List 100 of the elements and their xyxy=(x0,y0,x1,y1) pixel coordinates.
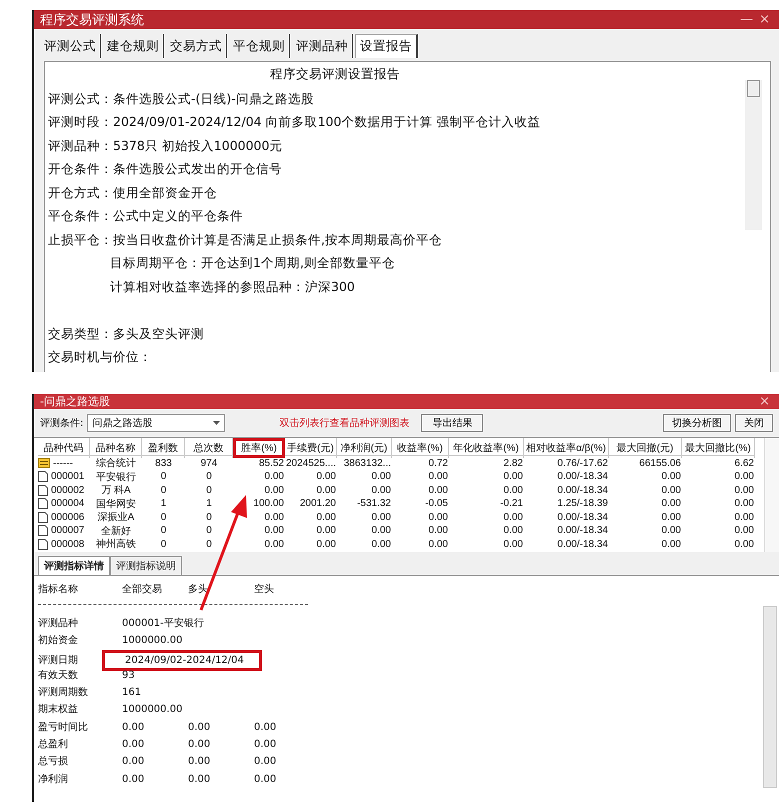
metric-label: 评测品种 xyxy=(38,616,79,630)
metric-value: 0.00 xyxy=(122,738,146,752)
metric-value: 161 xyxy=(122,686,142,700)
table-cell: 0.00 xyxy=(316,484,336,496)
tab[interactable]: 评测指标详情 xyxy=(38,556,110,575)
column-header[interactable]: 总次数 xyxy=(185,438,233,458)
table-cell: 6.62 xyxy=(734,458,754,468)
document-icon xyxy=(38,498,48,509)
table-cell: 85.52 xyxy=(258,458,284,468)
document-icon xyxy=(38,512,48,522)
table-cell: 0.00 xyxy=(662,484,681,496)
report-label: 评测时段： xyxy=(48,114,113,131)
table-cell: 0.00 xyxy=(372,525,391,536)
table-cell-text: 神州高铁 xyxy=(96,538,136,551)
window-control-button[interactable]: × xyxy=(756,12,773,27)
table-cell: 0.00 xyxy=(428,471,448,482)
table-cell: 1.25/-18.39 xyxy=(557,498,608,509)
metric-value: 0.00 xyxy=(188,720,212,734)
table-cell: 000004 xyxy=(51,498,84,509)
switch-chart-button[interactable]: 切换分析图 xyxy=(663,414,731,432)
scrollbar-thumb[interactable] xyxy=(747,80,760,97)
report-value: 多头及空头评测 xyxy=(113,326,204,342)
metric-label: 评测周期数 xyxy=(38,686,89,700)
table-cell: 0 xyxy=(160,512,166,522)
window-title: -问鼎之路选股 xyxy=(40,394,110,409)
table-cell: 0.00 xyxy=(428,538,448,550)
table-cell: 1 xyxy=(160,498,166,509)
column-header[interactable]: 手续费(元) xyxy=(285,438,337,458)
close-button[interactable]: 关闭 xyxy=(735,414,773,432)
table-cell: ------ xyxy=(53,458,73,468)
window-title: 程序交易评测系统 xyxy=(40,12,144,28)
table-cell: 0 xyxy=(206,512,212,522)
metric-value: 000001-平安银行 xyxy=(122,616,205,630)
table-cell: 1 xyxy=(206,498,212,509)
scrollbar[interactable] xyxy=(764,438,779,552)
table-cell-text: 深振业A xyxy=(98,510,134,524)
report-value: 按当日收盘价计算是否满足止损条件,按本周期最高价平仓 xyxy=(113,232,442,248)
metric-value: 0.00 xyxy=(122,720,146,734)
table-cell: 2024525.... xyxy=(286,458,336,468)
document-icon xyxy=(38,525,48,536)
table-cell: 0.00 xyxy=(504,538,523,550)
table-cell: 0.00 xyxy=(662,538,681,550)
report-label: 交易时机与价位： xyxy=(48,349,152,366)
table-cell: 0.00 xyxy=(264,512,284,522)
table-cell: 0.00 xyxy=(504,512,523,522)
column-header[interactable]: 品种名称 xyxy=(90,438,142,458)
tab[interactable]: 设置报告 xyxy=(355,34,418,58)
detail-column-header: 全部交易 xyxy=(122,583,163,597)
export-button[interactable]: 导出结果 xyxy=(421,414,484,432)
table-cell: 0.00 xyxy=(734,538,754,550)
table-cell: 0.00 xyxy=(428,512,448,522)
table-cell: 0.00 xyxy=(662,525,681,536)
column-header[interactable]: 收益率(%) xyxy=(392,438,449,458)
document-icon xyxy=(38,538,48,550)
table-cell: -0.05 xyxy=(425,498,448,509)
table-cell: 0.00 xyxy=(372,512,391,522)
metric-value: 1000000.00 xyxy=(122,703,184,717)
metric-value: 0.00 xyxy=(254,738,278,752)
table-cell: 0 xyxy=(160,484,166,496)
document-icon xyxy=(38,471,48,482)
table-cell: 0.00 xyxy=(316,538,336,550)
table-cell: 0.00 xyxy=(316,512,336,522)
table-cell: 0.00/-18.34 xyxy=(557,538,608,550)
scrollbar[interactable] xyxy=(763,606,777,788)
report-value: 条件选股公式发出的开仓信号 xyxy=(113,161,282,178)
condition-label: 评测条件: xyxy=(40,416,84,430)
table-cell: 000007 xyxy=(51,525,84,536)
table-cell: 0 xyxy=(206,484,212,496)
metric-label: 有效天数 xyxy=(38,668,79,682)
metric-label: 评测日期 xyxy=(38,654,79,668)
column-header[interactable]: 年化收益率(%) xyxy=(449,438,524,458)
column-header[interactable]: 胜率(%) xyxy=(233,438,285,458)
table-cell: 000001 xyxy=(51,471,84,482)
table-cell: 0.00 xyxy=(662,471,681,482)
condition-dropdown[interactable]: 问鼎之路选股 xyxy=(87,414,226,432)
report-value: 5378只 初始投入1000000元 xyxy=(113,138,282,154)
document-icon xyxy=(38,484,48,496)
column-header[interactable]: 最大回撤(元) xyxy=(609,438,682,458)
column-header[interactable]: 净利润(元) xyxy=(337,438,392,458)
table-cell: 0.00 xyxy=(662,512,681,522)
column-header[interactable]: 最大回撤比(%) xyxy=(682,438,755,458)
report-label: 开仓条件： xyxy=(48,161,113,178)
report-label: 止损平仓： xyxy=(48,232,113,248)
column-header[interactable]: 盈利数 xyxy=(142,438,185,458)
table-cell: -531.32 xyxy=(357,498,391,509)
metric-value: 2024/09/02-2024/12/04 xyxy=(125,654,244,666)
table-cell: 0 xyxy=(160,538,166,550)
metric-value: 0.00 xyxy=(254,720,278,734)
window-control-button[interactable]: — xyxy=(737,12,756,27)
table-cell-text: 平安银行 xyxy=(96,470,136,484)
metric-value: 0.00 xyxy=(122,755,146,769)
caret-icon xyxy=(213,421,220,425)
column-header[interactable]: 相对收益率α/β(%) xyxy=(524,438,609,458)
table-cell: 0.00 xyxy=(504,525,523,536)
table-cell: 66155.06 xyxy=(639,458,681,468)
table-cell: 0.00 xyxy=(734,525,754,536)
table-cell: 0.00 xyxy=(504,484,523,496)
table-cell: 2001.20 xyxy=(300,498,336,509)
scrollbar[interactable] xyxy=(745,80,762,230)
tab[interactable]: 评测指标说明 xyxy=(110,556,182,575)
